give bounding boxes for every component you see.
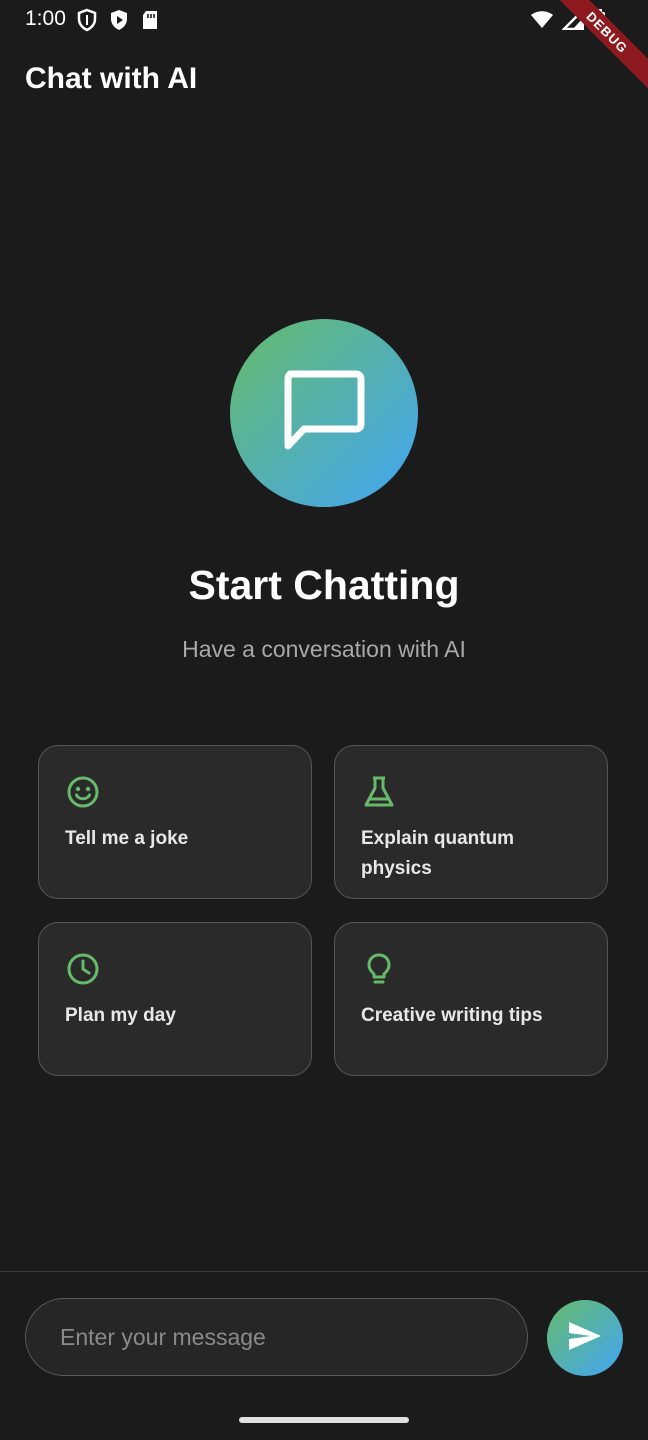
suggestion-label: Creative writing tips bbox=[361, 1005, 543, 1026]
status-time: 1:00 bbox=[25, 7, 66, 30]
play-protect-icon bbox=[108, 8, 130, 37]
debug-label: DEBUG bbox=[558, 0, 648, 90]
lightbulb-icon bbox=[362, 952, 396, 986]
hero-title: Start Chatting bbox=[188, 562, 460, 608]
composer-divider bbox=[0, 1271, 648, 1272]
suggestion-card-writing-tips[interactable]: Creative writing tips bbox=[334, 922, 608, 1076]
suggestion-card-joke[interactable]: Tell me a joke bbox=[38, 745, 312, 899]
wifi-icon bbox=[530, 8, 554, 37]
suggestion-label: Tell me a joke bbox=[65, 828, 189, 849]
message-input[interactable] bbox=[25, 1298, 528, 1376]
send-button[interactable] bbox=[547, 1300, 623, 1376]
flask-icon bbox=[362, 775, 396, 809]
suggestion-label: Explain quantum physics bbox=[361, 828, 515, 879]
suggestion-label: Plan my day bbox=[65, 1005, 176, 1026]
shield-icon bbox=[76, 8, 98, 37]
hero-avatar bbox=[230, 319, 418, 507]
chat-bubble-icon bbox=[282, 370, 366, 457]
suggestion-card-quantum[interactable]: Explain quantum physics bbox=[334, 745, 608, 899]
suggestion-card-plan-day[interactable]: Plan my day bbox=[38, 922, 312, 1076]
page-title: Chat with AI bbox=[25, 62, 198, 95]
hero-subtitle: Have a conversation with AI bbox=[182, 636, 466, 662]
smiley-icon bbox=[66, 775, 100, 809]
debug-banner: DEBUG bbox=[558, 0, 648, 90]
send-icon bbox=[567, 1320, 603, 1357]
sd-card-icon bbox=[140, 8, 160, 37]
status-bar: 1:00 DEBUG bbox=[0, 0, 648, 90]
home-indicator[interactable] bbox=[239, 1417, 409, 1423]
clock-icon bbox=[66, 952, 100, 986]
